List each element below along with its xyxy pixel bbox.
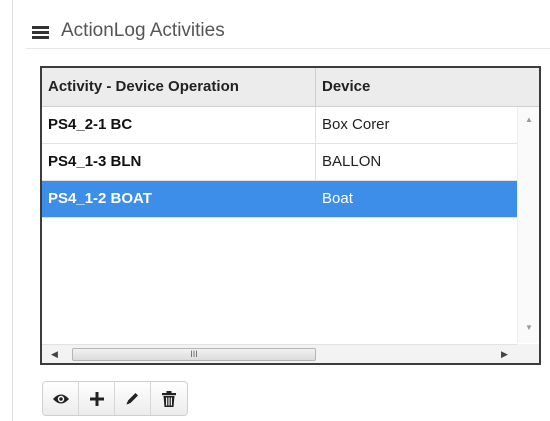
vertical-scrollbar[interactable]: ▲ ▼: [517, 107, 539, 343]
page: ActionLog Activities Activity - Device O…: [0, 0, 550, 421]
grid-toolbar: [42, 381, 188, 416]
add-button[interactable]: [79, 382, 115, 415]
scroll-corner: [517, 344, 539, 363]
plus-icon: [89, 391, 104, 406]
activity-cell: PS4_1-3 BLN: [42, 144, 316, 180]
header-divider: [26, 48, 550, 49]
column-header-activity[interactable]: Activity - Device Operation: [42, 68, 316, 106]
triangle-left-icon[interactable]: ◀: [51, 345, 58, 363]
left-border: [12, 0, 13, 421]
scroll-thumb[interactable]: III: [72, 348, 316, 361]
device-cell: Box Corer: [322, 116, 390, 133]
eye-icon: [52, 394, 69, 403]
triangle-down-icon[interactable]: ▼: [518, 323, 539, 332]
pencil-icon: [126, 393, 138, 405]
device-cell: Boat: [322, 190, 353, 207]
horizontal-scrollbar[interactable]: ◀ III ▶: [42, 344, 517, 363]
scroll-thumb-grip: III: [190, 349, 198, 359]
trash-icon: [162, 390, 176, 407]
grid-rows: PS4_2-1 BC Box Corer PS4_1-3 BLN BALLON …: [42, 107, 517, 218]
activity-cell: PS4_2-1 BC: [42, 107, 316, 143]
activity-cell: PS4_1-2 BOAT: [42, 181, 316, 217]
delete-button[interactable]: [151, 382, 187, 415]
table-row-selected[interactable]: PS4_1-2 BOAT Boat: [42, 181, 517, 218]
view-button[interactable]: [43, 382, 79, 415]
activities-grid: Activity - Device Operation Device PS4_2…: [40, 66, 541, 365]
edit-button[interactable]: [115, 382, 151, 415]
header: ActionLog Activities: [32, 14, 225, 48]
triangle-up-icon[interactable]: ▲: [518, 115, 539, 124]
page-title: ActionLog Activities: [61, 20, 225, 41]
device-cell: BALLON: [322, 153, 382, 170]
table-row[interactable]: PS4_1-3 BLN BALLON: [42, 144, 517, 181]
triangle-right-icon[interactable]: ▶: [501, 345, 508, 363]
hamburger-icon[interactable]: [32, 25, 49, 39]
table-row[interactable]: PS4_2-1 BC Box Corer: [42, 107, 517, 144]
column-header-device[interactable]: Device: [316, 68, 539, 106]
grid-header: Activity - Device Operation Device: [42, 68, 539, 107]
